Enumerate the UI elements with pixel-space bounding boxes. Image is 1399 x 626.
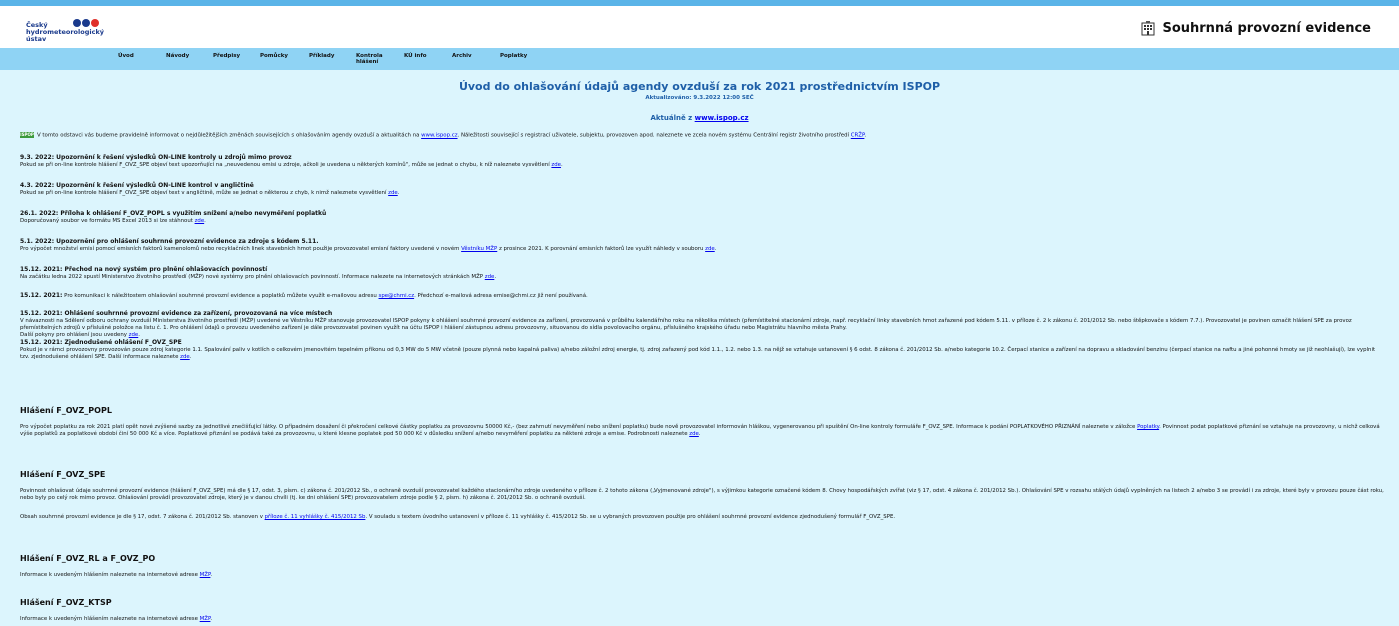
- header-title-group: Souhrnná provozní evidence: [1140, 20, 1371, 36]
- office-building-icon: [1141, 21, 1155, 36]
- ktsp-paragraph: Informace k uvedeným hlášením naleznete …: [20, 616, 213, 622]
- priloha-11-link[interactable]: příloze č. 11 vyhlášky č. 415/2012 Sb: [265, 514, 366, 520]
- crzp-link[interactable]: CRŽP: [851, 133, 865, 139]
- news-item: 26.1. 2022: Příloha k ohlášení F_OVZ_POP…: [20, 210, 327, 224]
- intro-paragraph: ISPOP V tomto odstavci vás budeme pravide…: [20, 132, 867, 139]
- news-link[interactable]: zde: [129, 332, 139, 338]
- main-navigation: Úvod Návody Předpisy Pomůcky Příklady Ko…: [0, 48, 1399, 70]
- poplatky-link[interactable]: Poplatky: [1137, 424, 1159, 430]
- mzp-link[interactable]: MŽP: [200, 572, 211, 578]
- nav-ku-info[interactable]: KÚ info: [404, 53, 427, 59]
- nav-pomucky[interactable]: Pomůcky: [260, 53, 288, 59]
- news-link[interactable]: zde: [485, 274, 495, 280]
- section-heading-rl-po: Hlášení F_OVZ_RL a F_OVZ_PO: [20, 554, 156, 563]
- header-title: Souhrnná provozní evidence: [1162, 20, 1371, 36]
- intro-ispop-link[interactable]: www.ispop.cz: [421, 133, 457, 139]
- logo-text: Český hydrometeorologický ústav: [26, 21, 105, 43]
- section-heading-popl: Hlášení F_OVZ_POPL: [20, 406, 112, 415]
- updated-timestamp: Aktualizováno: 9.3.2022 12:00 SEČ: [645, 95, 754, 101]
- nav-navody[interactable]: Návody: [166, 53, 189, 59]
- nav-kontrola-hlaseni[interactable]: Kontrola hlášení: [356, 53, 386, 65]
- news-item: 15.12. 2021: Přechod na nový systém pro …: [20, 266, 497, 280]
- news-link[interactable]: zde: [551, 162, 561, 168]
- news-item: 5.1. 2022: Upozornění pro ohlášení souhr…: [20, 238, 717, 252]
- news-item: 4.3. 2022: Upozornění k řešení výsledků …: [20, 182, 400, 196]
- section-heading-spe: Hlášení F_OVZ_SPE: [20, 470, 106, 479]
- section-heading-ktsp: Hlášení F_OVZ_KTSP: [20, 598, 112, 607]
- spe-paragraph-2: Obsah souhrnné provozní evidence je dle …: [20, 514, 896, 520]
- chmi-logo[interactable]: Český hydrometeorologický ústav: [22, 16, 142, 50]
- news-link[interactable]: zde: [388, 190, 398, 196]
- ispop-badge-icon: ISPOP: [20, 132, 34, 138]
- ispop-link[interactable]: www.ispop.cz: [695, 114, 749, 122]
- news-link[interactable]: zde: [180, 354, 190, 360]
- email-note: 15.12. 2021: Pro komunikaci k náležitost…: [20, 292, 588, 299]
- nav-predpisy[interactable]: Předpisy: [213, 53, 240, 59]
- popl-details-link[interactable]: zde: [689, 431, 699, 437]
- popl-paragraph: Pro výpočet poplatku za rok 2021 platí o…: [20, 424, 1380, 437]
- spe-email-link[interactable]: spe@chmi.cz: [379, 293, 415, 299]
- nav-uvod[interactable]: Úvod: [118, 53, 134, 59]
- vestnik-mzp-link[interactable]: Věstníku MŽP: [461, 246, 497, 252]
- news-item: 9.3. 2022: Upozornění k řešení výsledků …: [20, 154, 563, 168]
- news-link[interactable]: zde: [195, 218, 205, 224]
- main-content: Úvod do ohlašování údajů agendy ovzduší …: [0, 70, 1399, 626]
- multi-site-notice: 15.12. 2021: Ohlášení souhrnné provozní …: [20, 310, 1376, 360]
- nav-archiv[interactable]: Archiv: [452, 53, 472, 59]
- nav-priklady[interactable]: Příklady: [309, 53, 334, 59]
- rl-paragraph: Informace k uvedeným hlášením naleznete …: [20, 572, 213, 578]
- spe-paragraph: Povinnost ohlašovat údaje souhrnné provo…: [20, 488, 1384, 501]
- news-link[interactable]: zde: [705, 246, 715, 252]
- nav-poplatky[interactable]: Poplatky: [500, 53, 527, 59]
- site-header: Český hydrometeorologický ústav Souhrnná…: [0, 6, 1399, 48]
- page-title: Úvod do ohlašování údajů agendy ovzduší …: [458, 80, 941, 93]
- latest-heading: Aktuálně z www.ispop.cz: [650, 114, 749, 122]
- mzp-link[interactable]: MŽP: [200, 616, 211, 622]
